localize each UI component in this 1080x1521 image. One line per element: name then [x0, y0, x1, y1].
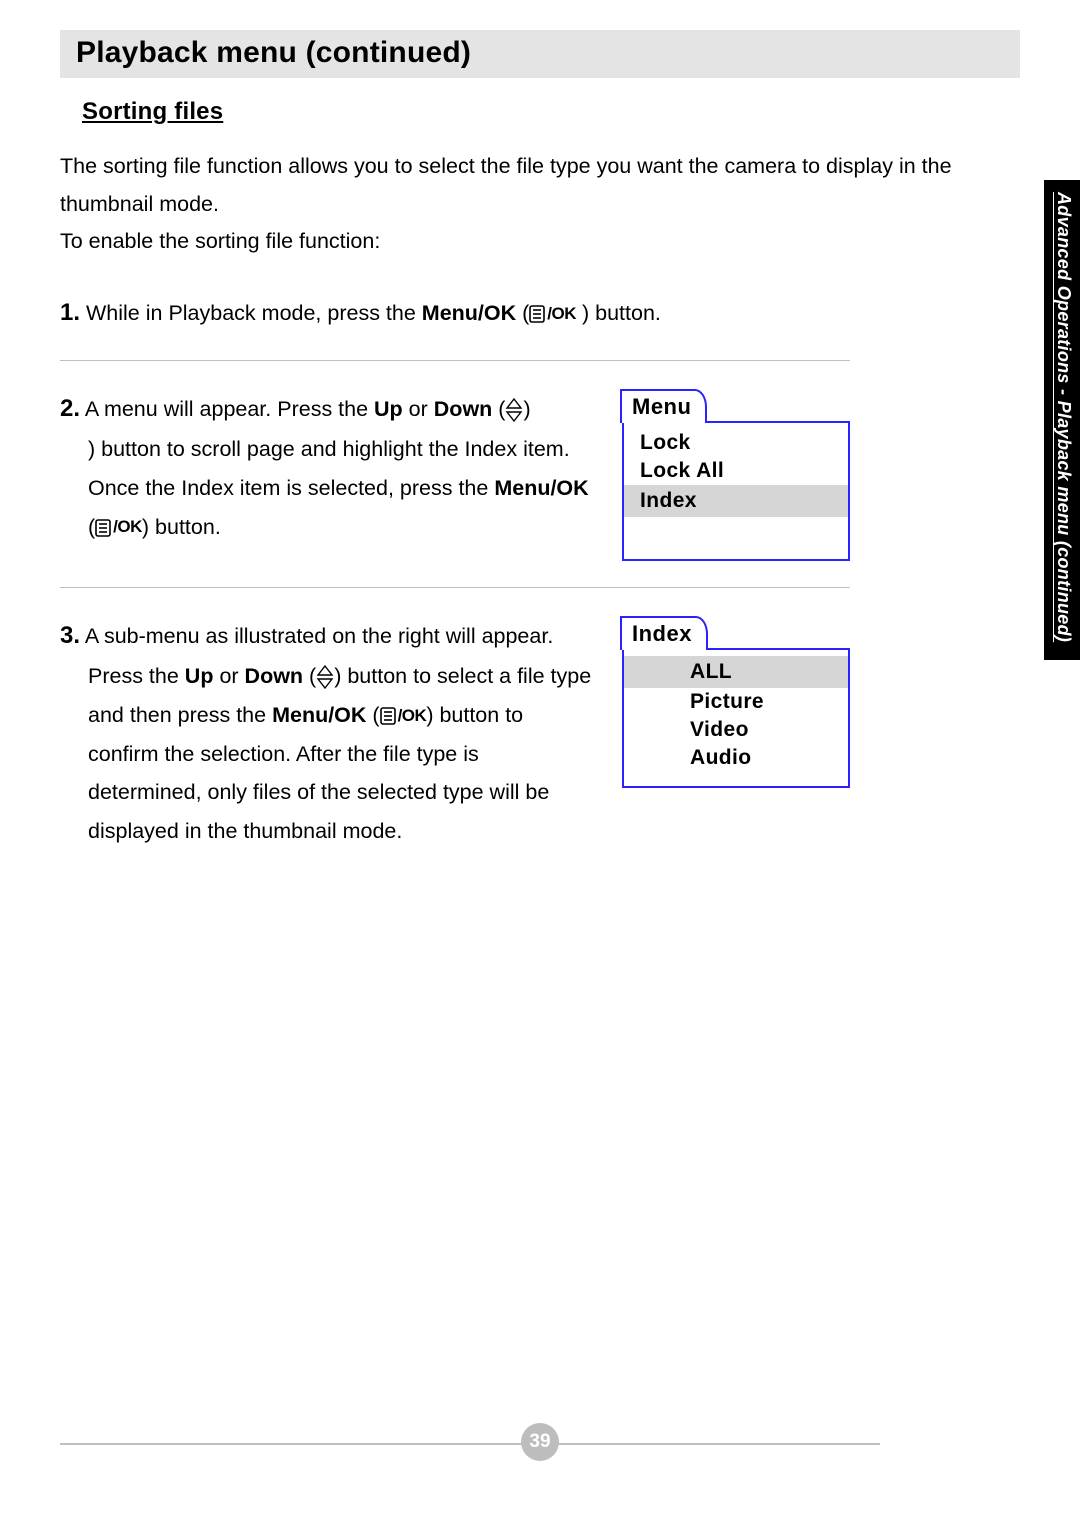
index-screenshot-panel: ALL Picture Video Audio — [622, 648, 850, 788]
menu-screenshot-panel: Lock Lock All Index — [622, 421, 850, 561]
manual-page: Advanced Operations - Playback menu (con… — [0, 0, 1080, 1521]
up-down-icon — [505, 398, 523, 422]
ok-label: /OK — [547, 299, 576, 330]
menu-screenshot: Menu Lock Lock All Index — [622, 387, 850, 561]
step-3-frag-b-pre: Press the — [88, 664, 185, 688]
step-1-text: 1. While in Playback mode, press the Men… — [60, 291, 850, 334]
step-3-frag-c: or — [213, 664, 244, 688]
steps-list: 1. While in Playback mode, press the Men… — [60, 291, 850, 877]
step-3-frag-h: ( — [366, 703, 379, 727]
step-3-number: 3. — [60, 622, 80, 649]
step-2-continuation: ) button to scroll page and highlight th… — [60, 430, 592, 546]
step-1-frag-a: While in Playback mode, press the — [86, 301, 422, 325]
step-1-frag-c: ( — [516, 301, 529, 325]
intro-line-1: The sorting file function allows you to … — [60, 154, 952, 216]
ok-label: /OK — [113, 512, 142, 543]
step-3-frag-d: Down — [245, 664, 304, 688]
menu-ok-icon: /OK — [380, 701, 427, 732]
step-2-number: 2. — [60, 395, 80, 422]
step-3: 3. A sub-menu as illustrated on the righ… — [60, 587, 850, 877]
index-item-picture: Picture — [636, 688, 840, 716]
menu-item-index: Index — [624, 485, 848, 517]
page-number-badge: 39 — [521, 1423, 559, 1461]
step-3-frag-b: Up — [185, 664, 214, 688]
subsection-heading: Sorting files — [82, 98, 1020, 126]
index-item-video: Video — [636, 716, 840, 744]
step-1: 1. While in Playback mode, press the Men… — [60, 291, 850, 360]
index-item-all: ALL — [624, 656, 848, 688]
step-2-frag-e: ( — [492, 397, 505, 421]
step-2-frag-g: Menu/OK — [494, 476, 588, 500]
intro-text: The sorting file function allows you to … — [60, 148, 1020, 261]
menu-ok-icon: /OK — [529, 299, 576, 330]
menu-screenshot-tab: Menu — [620, 389, 707, 423]
step-2-frag-a: A menu will appear. Press the — [85, 397, 374, 421]
step-3-frag-g: Menu/OK — [272, 703, 366, 727]
page-title: Playback menu (continued) — [60, 30, 1020, 78]
step-3-frag-a: A sub-menu as illustrated on the right w… — [85, 624, 554, 648]
index-item-audio: Audio — [636, 744, 840, 772]
step-3-frag-e: ( — [303, 664, 316, 688]
side-section-label: Advanced Operations - Playback menu (con… — [1053, 192, 1074, 642]
step-1-frag-b: Menu/OK — [422, 301, 516, 325]
step-2-frag-b: Up — [374, 397, 403, 421]
step-2-frag-f-start: ) — [523, 397, 530, 421]
index-screenshot-tab: Index — [620, 616, 708, 650]
page-number: 39 — [529, 1431, 550, 1453]
step-2-frag-i: ) button. — [142, 515, 221, 539]
step-2-text: 2. A menu will appear. Press the Up or D… — [60, 387, 592, 561]
step-3-text: 3. A sub-menu as illustrated on the righ… — [60, 614, 592, 851]
step-1-frag-d: ) button. — [576, 301, 661, 325]
intro-line-2: To enable the sorting file function: — [60, 229, 380, 253]
up-down-icon — [316, 665, 334, 689]
menu-ok-icon: /OK — [95, 512, 142, 543]
step-2: 2. A menu will appear. Press the Up or D… — [60, 360, 850, 587]
step-2-frag-h: ( — [88, 515, 95, 539]
step-3-continuation: Press the Up or Down ( ) button to selec… — [60, 657, 592, 850]
menu-item-blank — [636, 517, 840, 545]
step-2-frag-d: Down — [434, 397, 493, 421]
menu-item-lock: Lock — [636, 429, 840, 457]
step-1-number: 1. — [60, 299, 80, 326]
footer-rule — [60, 1443, 880, 1445]
side-section-tab: Advanced Operations - Playback menu (con… — [1044, 180, 1080, 660]
ok-label: /OK — [398, 701, 427, 732]
menu-item-lock-all: Lock All — [636, 457, 840, 485]
index-screenshot: Index ALL Picture Video Audio — [622, 614, 850, 788]
step-2-frag-c: or — [403, 397, 434, 421]
